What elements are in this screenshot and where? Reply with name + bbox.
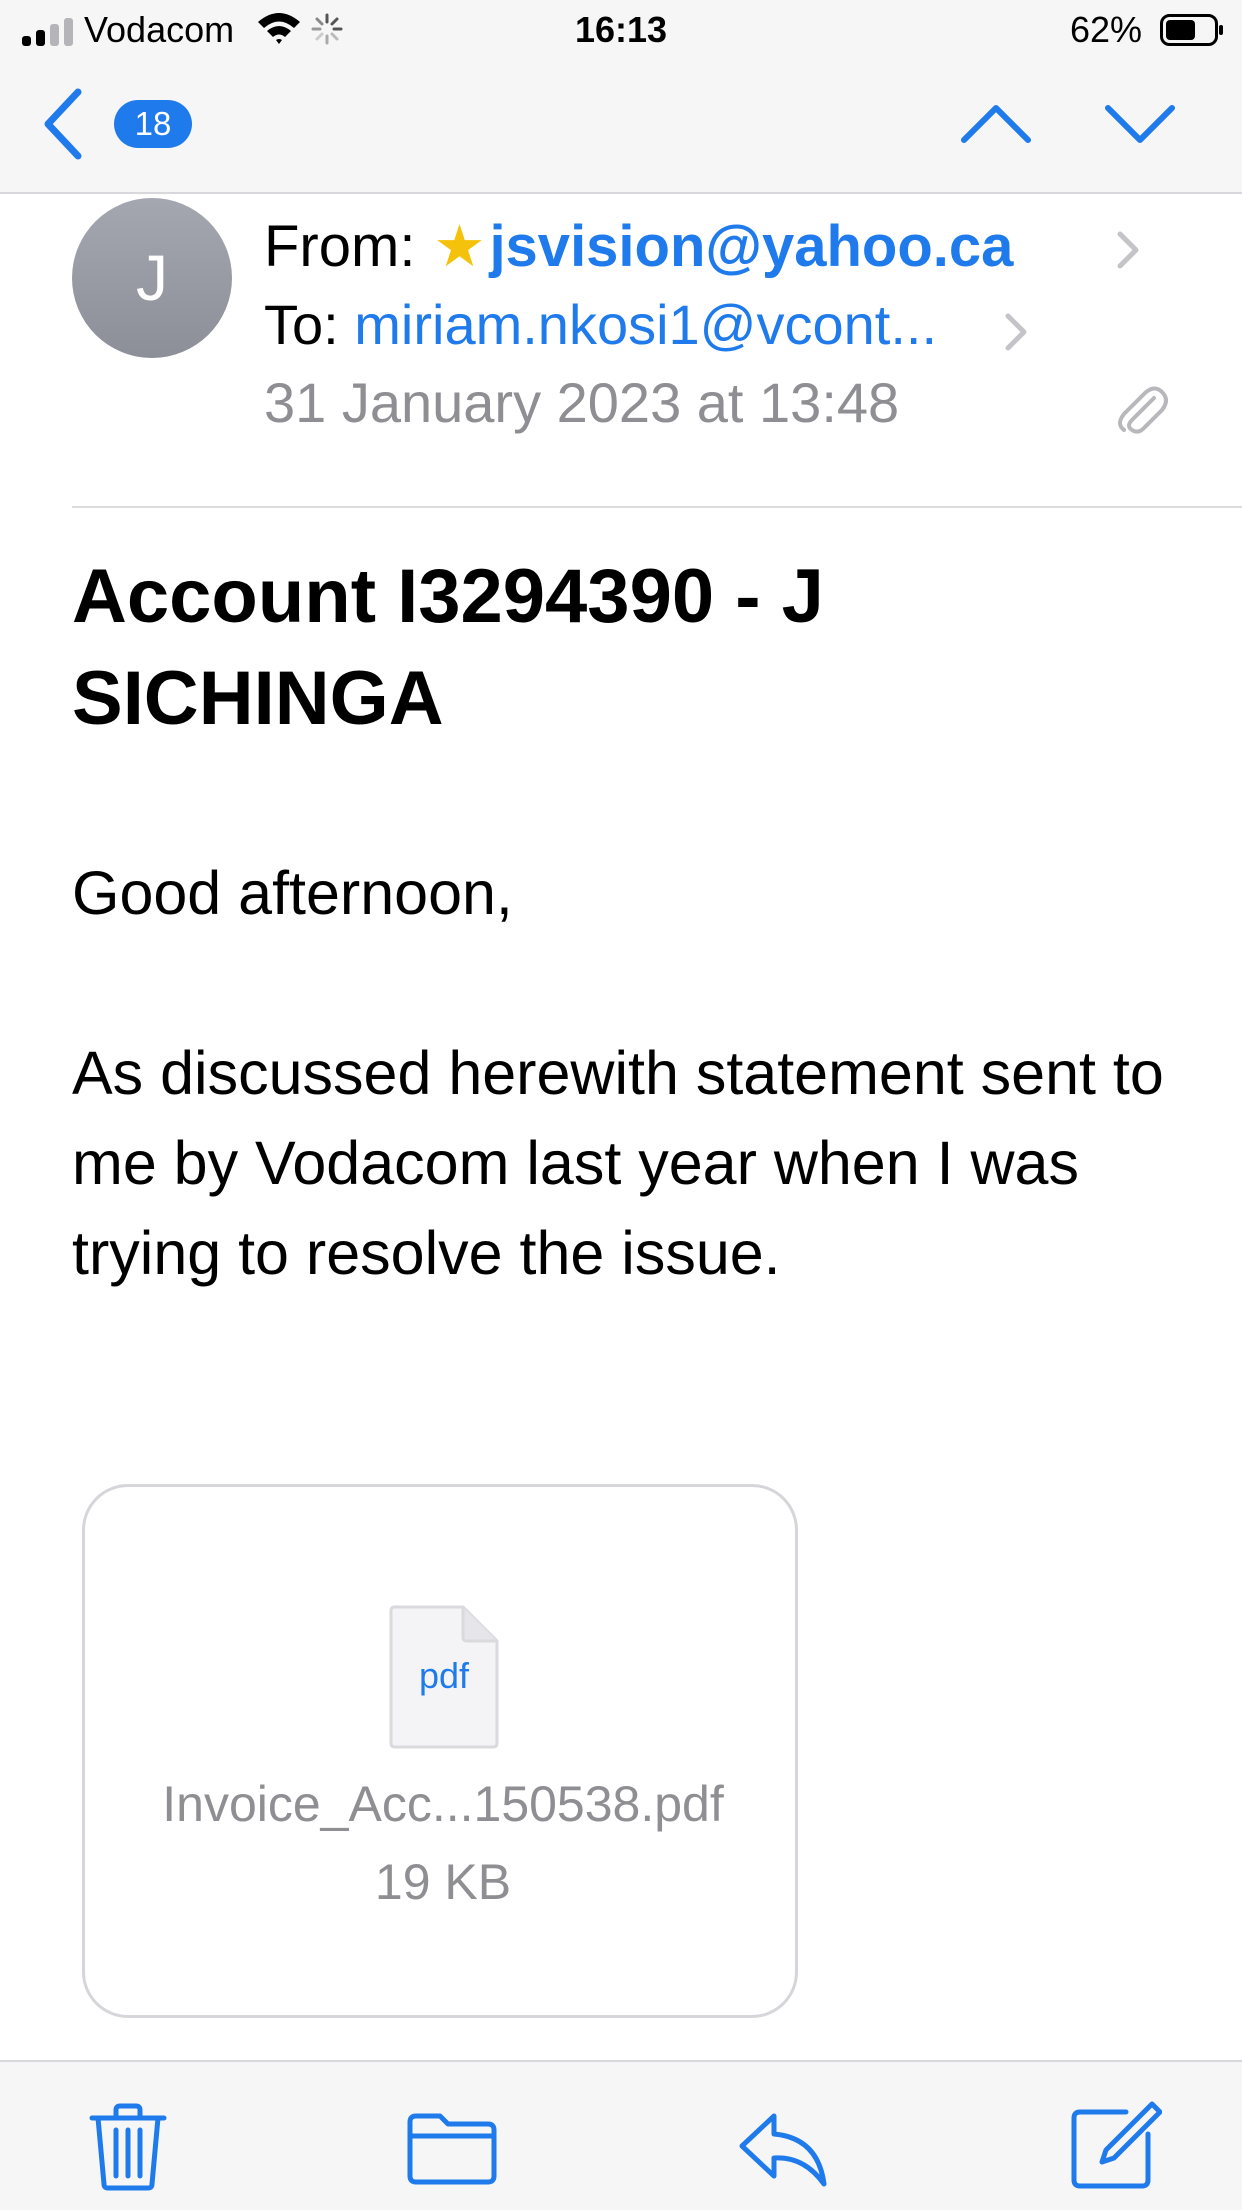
battery-icon (1160, 14, 1223, 46)
pdf-file-icon: pdf (387, 1603, 501, 1749)
recipient-address-link[interactable]: miriam.nkosi1@vcont... (354, 293, 937, 356)
sender-address-link[interactable]: jsvision@yahoo.ca (489, 214, 1013, 279)
top-bar: Vodacom 16:13 62% 18 (0, 0, 1242, 194)
from-label: From: (264, 214, 416, 279)
folder-icon[interactable] (404, 2098, 500, 2194)
email-greeting: Good afternoon, (72, 859, 513, 927)
vip-star-icon: ★ (433, 214, 486, 279)
email-body: As discussed herewith statement sent to … (72, 1039, 1164, 1287)
attachment-file-size: 19 KB (374, 1854, 512, 1910)
reply-icon[interactable] (734, 2098, 830, 2194)
navigation-bar: 18 (0, 60, 1242, 192)
previous-message-chevron-up-icon[interactable] (958, 94, 1034, 154)
to-chevron-right-icon[interactable] (1002, 310, 1030, 354)
message-date: 31 January 2023 at 13:48 (264, 371, 900, 434)
header-divider (72, 506, 1242, 508)
unread-count-badge[interactable]: 18 (114, 100, 192, 148)
from-chevron-right-icon[interactable] (1114, 228, 1142, 272)
battery-percent: 62% (1069, 9, 1142, 50)
message-header: J From: ★jsvision@yahoo.ca To: miriam.nko… (0, 192, 1242, 508)
attachment-card[interactable]: pdf Invoice_Acc...150538.pdf 19 KB (82, 1484, 798, 2018)
pdf-type-label: pdf (418, 1655, 470, 1696)
email-subject: Account I3294390 - J SICHINGA (72, 554, 824, 741)
next-message-chevron-down-icon[interactable] (1102, 94, 1178, 154)
paperclip-icon (1118, 386, 1168, 434)
trash-icon[interactable] (80, 2098, 176, 2194)
from-row: From: ★jsvision@yahoo.ca (264, 212, 1013, 280)
status-time: 16:13 (574, 9, 668, 50)
to-label: To: (264, 293, 339, 356)
sender-avatar[interactable]: J (72, 198, 232, 358)
compose-icon[interactable] (1066, 2098, 1162, 2194)
to-row: To: miriam.nkosi1@vcont... (264, 292, 937, 357)
status-bar: Vodacom 16:13 62% (0, 0, 1242, 60)
bottom-toolbar (0, 2060, 1242, 2210)
attachment-file-name: Invoice_Acc...150538.pdf (162, 1776, 724, 1832)
back-chevron-icon[interactable] (36, 86, 92, 162)
